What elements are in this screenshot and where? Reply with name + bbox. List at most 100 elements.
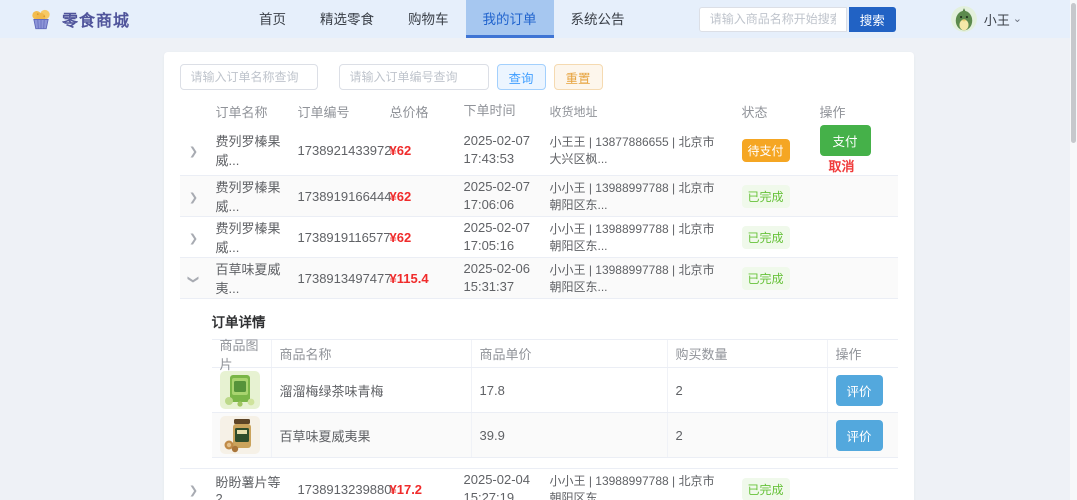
expand-row-icon[interactable]: ❯ [189, 484, 198, 497]
cancel-button[interactable]: 取消 [829, 156, 855, 175]
username-text: 小王 [984, 10, 1010, 29]
app-logo: 零食商城 [28, 6, 130, 32]
order-number-filter-input[interactable] [339, 64, 489, 90]
order-detail-table: 商品图片商品名称商品单价购买数量操作 溜溜梅绿茶味青梅 17.8 2 评价 百草… [212, 339, 898, 458]
order-time-line: 15:31:37 [464, 278, 534, 296]
expand-row-icon[interactable]: ❯ [189, 191, 198, 204]
expand-row-icon[interactable]: ❯ [189, 145, 198, 158]
page-scrollbar[interactable] [1070, 0, 1077, 500]
nav-item-cart[interactable]: 购物车 [391, 0, 466, 38]
order-time-line: 17:43:53 [464, 150, 534, 168]
chevron-down-icon: ⌄ [1013, 14, 1022, 25]
nav-item-label: 购物车 [408, 8, 449, 28]
order-detail-panel: 订单详情 商品图片商品名称商品单价购买数量操作 溜溜梅绿茶味青梅 17.8 2 … [180, 299, 898, 469]
nav-item-home[interactable]: 首页 [242, 0, 303, 38]
reset-button[interactable]: 重置 [554, 64, 603, 90]
filter-bar: 查询 重置 [180, 64, 898, 90]
status-badge: 已完成 [742, 478, 790, 500]
pay-button[interactable]: 支付 [820, 125, 871, 156]
search-button[interactable]: 搜索 [849, 7, 896, 32]
nav-item-featured-snacks[interactable]: 精选零食 [303, 0, 391, 38]
order-address: 小小王 | 13988997788 | 北京市朝阳区东... [542, 179, 734, 213]
cupcake-logo-icon [28, 6, 54, 32]
order-time-line: 15:27:19 [464, 489, 534, 500]
order-row: ❯ 费列罗榛果威... 1738921433972 ¥62 2025-02-07… [180, 125, 898, 176]
app-header: 零食商城 首页 精选零食 购物车 我的订单 系统公告 搜索 小王 ⌄ [0, 0, 1077, 38]
column-header: 收货地址 [542, 103, 734, 120]
order-date-line: 2025-02-07 [464, 219, 534, 237]
order-time: 2025-02-07 17:06:06 [456, 178, 542, 214]
order-time-line: 17:06:06 [464, 196, 534, 214]
nav-item-my-orders[interactable]: 我的订单 [466, 0, 554, 38]
search-input[interactable] [699, 7, 847, 32]
main-nav: 首页 精选零食 购物车 我的订单 系统公告 [242, 0, 642, 38]
order-time: 2025-02-04 15:27:19 [456, 471, 542, 500]
user-menu[interactable]: 小王 ⌄ [951, 6, 1022, 32]
order-date-line: 2025-02-07 [464, 132, 534, 150]
expand-row-icon[interactable]: ❯ [187, 274, 200, 283]
order-total-price: ¥115.4 [382, 271, 456, 286]
detail-table-body: 溜溜梅绿茶味青梅 17.8 2 评价 百草味夏威夷果 39.9 2 评价 [212, 368, 898, 458]
order-time: 2025-02-06 15:31:37 [456, 260, 542, 296]
detail-table-header: 商品图片商品名称商品单价购买数量操作 [212, 340, 898, 368]
order-address: 小小王 | 13988997788 | 北京市朝阳区东... [542, 261, 734, 295]
review-button[interactable]: 评价 [836, 420, 883, 451]
detail-column-header: 商品名称 [272, 340, 472, 367]
order-date-line: 2025-02-06 [464, 260, 534, 278]
order-total-price: ¥62 [382, 143, 456, 158]
product-unit-price: 17.8 [472, 368, 668, 412]
order-row: ❯ 费列罗榛果威... 1738919116577 ¥62 2025-02-07… [180, 217, 898, 258]
username-label[interactable]: 小王 ⌄ [984, 10, 1022, 29]
order-row: ❯ 盼盼薯片等2... 1738913239880 ¥17.2 2025-02-… [180, 469, 898, 500]
order-address: 小小王 | 13988997788 | 北京市朝阳区东... [542, 472, 734, 500]
order-number: 1738913239880 [290, 482, 382, 497]
column-header: 操作 [812, 102, 898, 121]
orders-card: 查询 重置 订单名称订单编号总价格下单时间收货地址状态操作 ❯ 费列罗榛果威..… [164, 52, 914, 500]
expand-row-icon[interactable]: ❯ [189, 232, 198, 245]
order-date-line: 2025-02-07 [464, 178, 534, 196]
column-header: 订单编号 [290, 102, 382, 121]
order-name: 盼盼薯片等2... [208, 472, 290, 500]
order-name: 费列罗榛果威... [208, 218, 290, 256]
status-badge: 待支付 [742, 139, 790, 162]
orders-table: 订单名称订单编号总价格下单时间收货地址状态操作 ❯ 费列罗榛果威... 1738… [180, 98, 898, 500]
detail-product-row: 百草味夏威夷果 39.9 2 评价 [212, 413, 898, 458]
nav-item-label: 我的订单 [483, 8, 537, 28]
order-name: 费列罗榛果威... [208, 177, 290, 215]
orders-table-header: 订单名称订单编号总价格下单时间收货地址状态操作 [180, 98, 898, 125]
review-button[interactable]: 评价 [836, 375, 883, 406]
column-header: 总价格 [382, 102, 456, 121]
product-name: 百草味夏威夷果 [272, 413, 472, 457]
order-row: ❯ 费列罗榛果威... 1738919166444 ¥62 2025-02-07… [180, 176, 898, 217]
order-name: 百草味夏威夷... [208, 259, 290, 297]
order-name-filter-input[interactable] [180, 64, 318, 90]
app-title: 零食商城 [62, 7, 130, 31]
scrollbar-thumb[interactable] [1071, 3, 1076, 143]
column-header: 订单名称 [208, 102, 290, 121]
product-name: 溜溜梅绿茶味青梅 [272, 368, 472, 412]
order-time-line: 17:05:16 [464, 237, 534, 255]
detail-product-row: 溜溜梅绿茶味青梅 17.8 2 评价 [212, 368, 898, 413]
order-total-price: ¥62 [382, 230, 456, 245]
order-total-price: ¥17.2 [382, 482, 456, 497]
order-total-price: ¥62 [382, 189, 456, 204]
order-row: ❯ 百草味夏威夷... 1738913497477 ¥115.4 2025-02… [180, 258, 898, 299]
order-number: 1738919166444 [290, 189, 382, 204]
order-address: 小小王 | 13988997788 | 北京市朝阳区东... [542, 220, 734, 254]
order-number: 1738919116577 [290, 230, 382, 245]
column-header: 状态 [734, 102, 812, 121]
order-date-line: 2025-02-04 [464, 471, 534, 489]
header-search: 搜索 [699, 7, 896, 32]
query-button[interactable]: 查询 [497, 64, 546, 90]
detail-column-header: 操作 [828, 340, 898, 367]
nav-item-announcements[interactable]: 系统公告 [554, 0, 642, 38]
column-header: 下单时间 [456, 102, 542, 120]
status-badge: 已完成 [742, 226, 790, 249]
orders-table-body: ❯ 费列罗榛果威... 1738921433972 ¥62 2025-02-07… [180, 125, 898, 500]
macadamia-nut-jar-image [220, 416, 260, 454]
detail-column-header: 商品图片 [212, 340, 272, 367]
order-actions: 支付取消 [812, 125, 898, 175]
order-time: 2025-02-07 17:05:16 [456, 219, 542, 255]
green-tea-plum-package-image [220, 371, 260, 409]
order-number: 1738913497477 [290, 271, 382, 286]
